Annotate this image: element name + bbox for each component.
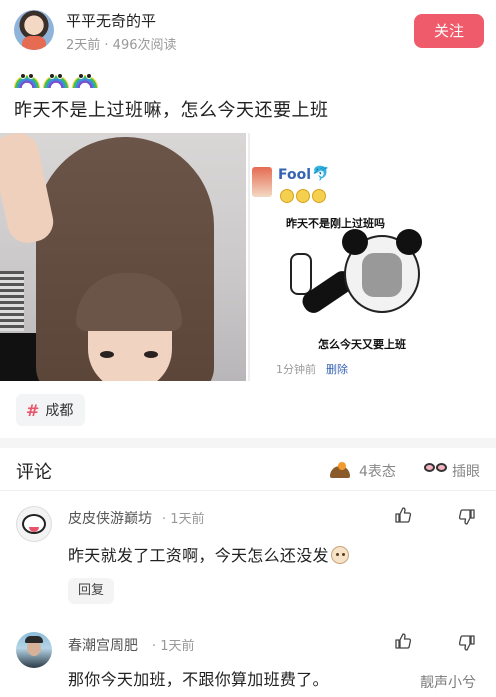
post-photo[interactable]: [0, 133, 246, 381]
post-text: 昨天不是上过班嘛，怎么今天还要上班: [14, 100, 329, 121]
comment-time: · 1天前: [162, 512, 205, 527]
glasses-icon[interactable]: [424, 459, 448, 477]
dolphin-icon: 🐬: [312, 166, 330, 182]
comments-title: 评论: [16, 462, 52, 483]
insert-eye-button[interactable]: 插眼: [452, 461, 480, 481]
watermark: 靓声小兮: [420, 675, 476, 691]
thumb-down-icon[interactable]: [458, 634, 476, 652]
commenter-avatar[interactable]: [16, 632, 52, 668]
location-tag[interactable]: # 成都: [16, 394, 86, 426]
commenter-name[interactable]: 皮皮侠游巅坊: [68, 508, 152, 528]
smiley-icon: [280, 189, 294, 203]
reaction-count[interactable]: 4表态: [359, 461, 396, 481]
comment-text: 昨天就发了工资啊，今天怎么还没发: [68, 542, 349, 566]
hashtag-icon: #: [26, 400, 40, 420]
thumb-up-icon[interactable]: [394, 632, 412, 650]
comment-text: 那你今天加班，不跟你算加班费了。: [68, 670, 329, 689]
thumb-up-icon[interactable]: [394, 506, 412, 524]
smiley-row: [280, 189, 326, 203]
smiley-icon: [312, 189, 326, 203]
post-meta: 2天前 · 496次阅读: [66, 38, 177, 53]
rainbow-face-icon: [14, 66, 40, 88]
author-avatar[interactable]: [14, 10, 54, 50]
commenter-name[interactable]: 春潮宫周肥: [68, 635, 138, 655]
face-emoji-icon: [330, 546, 349, 564]
meme-username: Fool: [278, 167, 312, 183]
section-divider: [0, 438, 496, 448]
commenter-avatar[interactable]: [16, 506, 52, 542]
panda-meme-icon: [290, 229, 426, 325]
meme-image[interactable]: Fool 🐬 昨天不是刚上过班吗 怎么今天又要上班 1分钟前 删除: [248, 133, 496, 381]
follow-button[interactable]: 关注: [414, 14, 484, 48]
rainbow-face-icon: [72, 66, 98, 88]
emoji-row: [14, 66, 98, 88]
meme-avatar: [252, 167, 272, 197]
comment-time: · 1天前: [152, 639, 195, 654]
separator: [0, 490, 496, 491]
smiley-icon: [296, 189, 310, 203]
rainbow-face-icon: [43, 66, 69, 88]
reaction-icon[interactable]: [330, 460, 352, 478]
author-name[interactable]: 平平无奇的平: [66, 10, 156, 31]
thumb-down-icon[interactable]: [458, 508, 476, 526]
reply-button[interactable]: 回复: [68, 578, 114, 604]
tag-label: 成都: [45, 403, 74, 419]
meme-delete-link: 删除: [326, 363, 348, 376]
post-header: 平平无奇的平 2天前 · 496次阅读 关注: [0, 0, 496, 62]
meme-time: 1分钟前: [276, 363, 316, 376]
meme-bottom-caption: 怎么今天又要上班: [318, 338, 406, 351]
